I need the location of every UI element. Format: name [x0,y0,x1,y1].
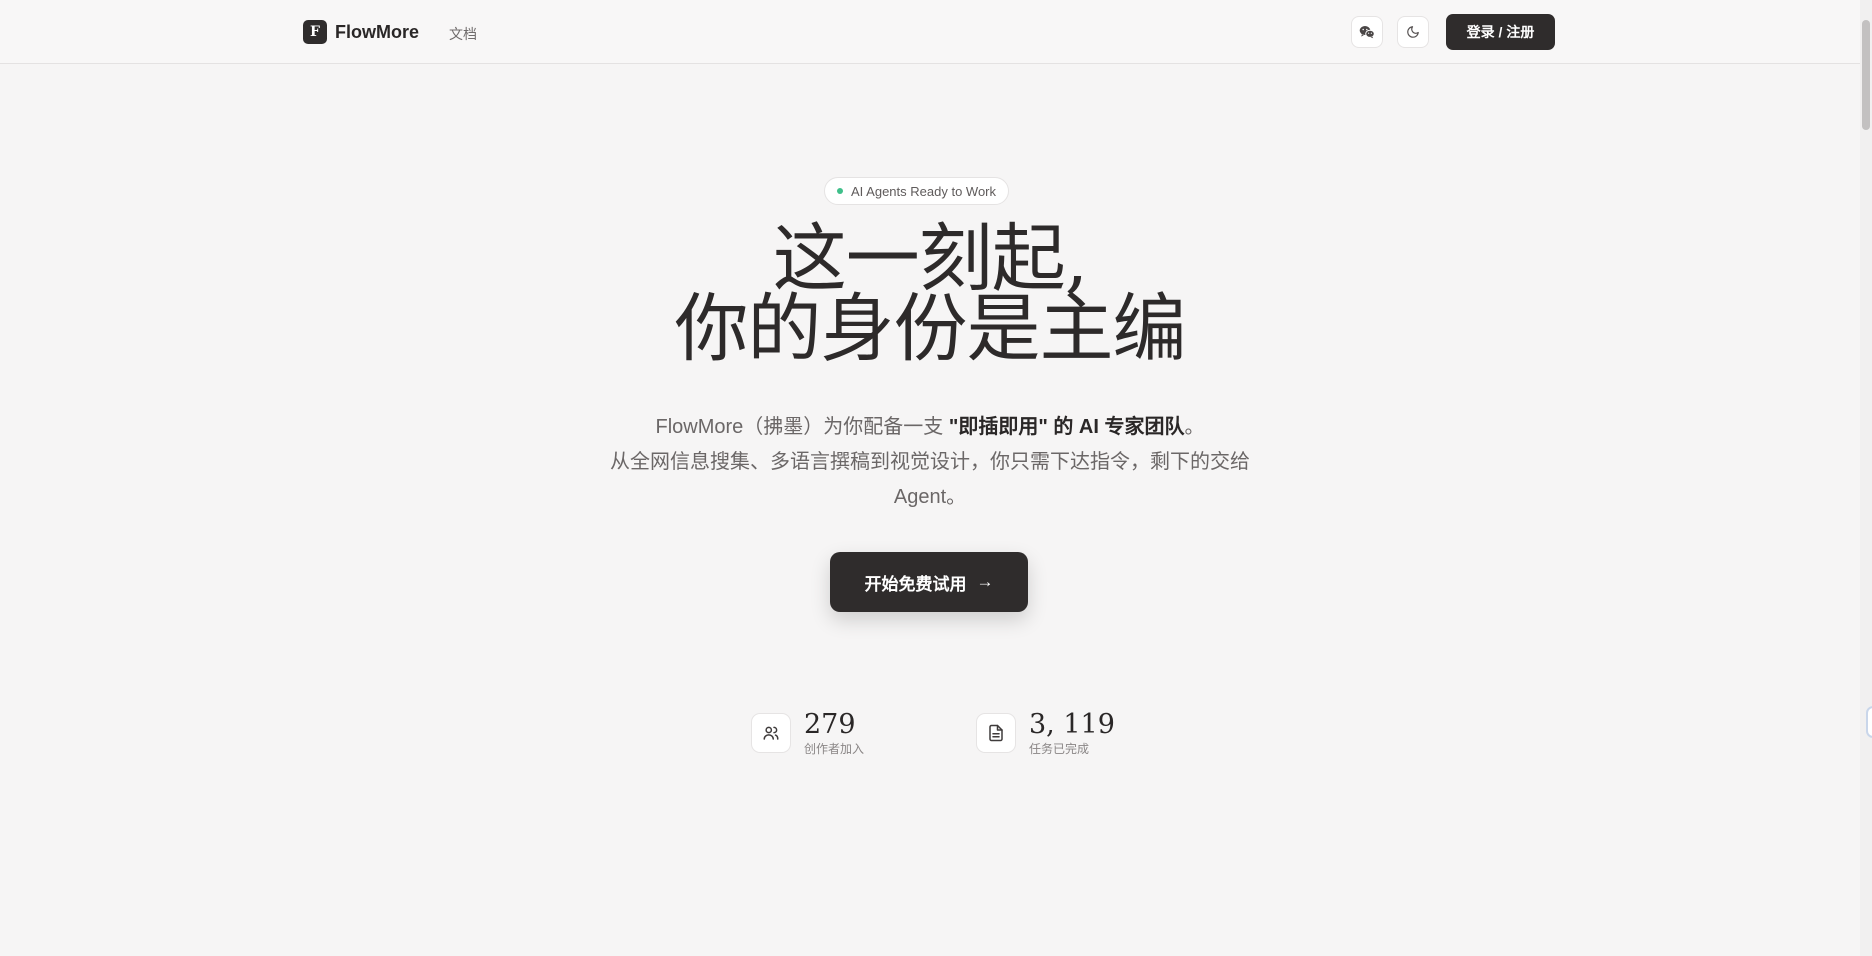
hero-subtitle-line-1: FlowMore（拂墨）为你配备一支 "即插即用" 的 AI 专家团队。 [600,410,1260,445]
hero-title: 这一刻起, 你的身份是主编 [536,216,1324,372]
document-icon [976,713,1016,753]
hero-subtitle-highlight: "即插即用" 的 AI 专家团队 [948,416,1185,438]
stat-tasks-label: 任务已完成 [1029,742,1090,756]
page-scrollbar[interactable] [1860,0,1872,956]
start-free-trial-button[interactable]: 开始免费试用 → [830,552,1028,612]
hero-subtitle-line-3: Agent。 [893,486,967,508]
login-register-button[interactable]: 登录 / 注册 [1446,14,1555,50]
stat-tasks-text: 3, 119 任务已完成 [1029,709,1115,757]
stat-tasks: 3, 119 任务已完成 [976,709,1115,757]
hero-subtitle-line-2: 从全网信息搜集、多语言撰稿到视觉设计，你只需下达指令，剩下的交给 [610,451,1250,473]
arrow-right-icon: → [976,572,994,591]
hero-subtitle-suffix: 。 [1184,416,1205,438]
edge-side-handle[interactable] [1866,706,1872,738]
status-dot-icon [837,188,843,194]
scrollbar-thumb[interactable] [1862,20,1870,130]
top-navigation-bar: F FlowMore 文档 登录 / 注册 [0,0,1860,64]
page: F FlowMore 文档 登录 / 注册 AI Agents Ready to… [0,0,1872,956]
cta-label: 开始免费试用 [864,574,967,594]
stat-creators-value: 279 [804,709,856,740]
hero-subtitle: FlowMore（拂墨）为你配备一支 "即插即用" 的 AI 专家团队。 从全网… [600,410,1260,515]
users-icon [751,713,791,753]
stat-creators: 279 创作者加入 [751,709,865,757]
nav-docs-link[interactable]: 文档 [449,24,477,44]
wechat-button[interactable] [1351,16,1383,48]
stat-creators-text: 279 创作者加入 [804,709,865,757]
brand-logo[interactable]: F FlowMore [303,20,419,44]
stat-tasks-value: 3, 119 [1029,709,1115,740]
hero-badge-text: AI Agents Ready to Work [851,183,996,199]
theme-toggle-button[interactable] [1397,16,1429,48]
hero-title-line-2: 你的身份是主编 [674,286,1187,372]
hero-badge: AI Agents Ready to Work [824,177,1009,205]
brand-mark-icon: F [303,20,327,44]
hero-subtitle-prefix: FlowMore（拂墨）为你配备一支 [655,416,944,438]
wechat-icon [1359,26,1375,39]
hero-title-line-1: 这一刻起, [772,216,1089,302]
stat-creators-label: 创作者加入 [804,742,865,756]
brand-name: FlowMore [335,21,419,42]
moon-icon [1407,26,1419,38]
